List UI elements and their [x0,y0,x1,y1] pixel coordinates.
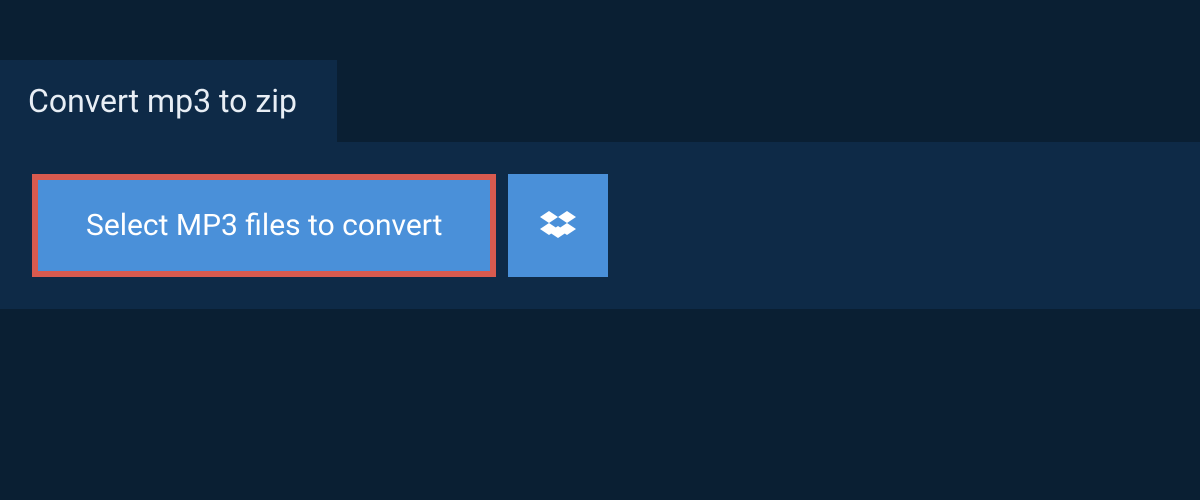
select-files-button[interactable]: Select MP3 files to convert [32,174,496,277]
button-row: Select MP3 files to convert [32,174,1168,277]
content-panel: Select MP3 files to convert [0,142,1200,309]
dropbox-icon [540,208,576,244]
dropbox-button[interactable] [508,174,608,277]
page-title: Convert mp3 to zip [28,82,297,120]
tab-header: Convert mp3 to zip [0,60,337,142]
select-files-label: Select MP3 files to convert [86,208,442,243]
